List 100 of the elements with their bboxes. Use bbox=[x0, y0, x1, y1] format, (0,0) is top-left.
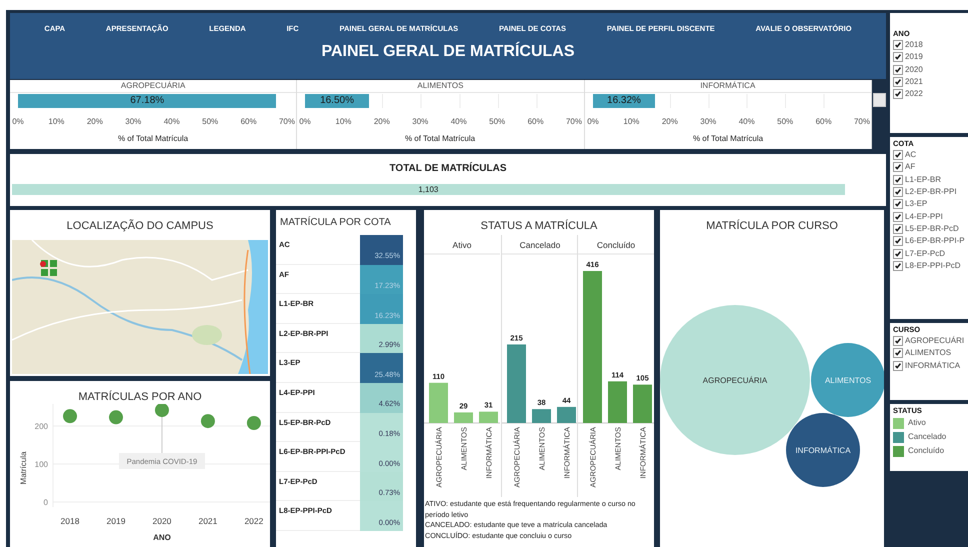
bubble-label: ALIMENTOS bbox=[824, 376, 872, 385]
facet-label: Ativo bbox=[452, 240, 472, 250]
tick-label: 20% bbox=[661, 117, 678, 126]
tick-label: 2018 bbox=[60, 516, 80, 526]
panel-title: MATRÍCULA POR COTA bbox=[279, 215, 392, 230]
checkbox-label: 2019 bbox=[905, 52, 923, 62]
checkbox[interactable] bbox=[893, 52, 903, 62]
tick-label: 2021 bbox=[198, 516, 218, 526]
tick-label: 100 bbox=[34, 460, 48, 470]
tick-label: 10% bbox=[336, 117, 352, 126]
checkbox[interactable] bbox=[893, 236, 903, 246]
checkbox-label: L8-EP-PPI-PcD bbox=[905, 260, 961, 271]
checkbox-label: L1-EP-BR bbox=[905, 174, 942, 185]
checkbox-label: ALIMENTOS bbox=[905, 348, 952, 358]
tick-label: 2020 bbox=[152, 516, 172, 526]
checkbox-label: 2020 bbox=[905, 64, 923, 75]
checkbox-label: L4-EP-PPI bbox=[905, 212, 943, 222]
checkbox-label: 2018 bbox=[905, 40, 923, 50]
checkbox[interactable] bbox=[893, 360, 903, 371]
facet-title: AGROPECUÁRIA bbox=[10, 80, 296, 93]
checkbox[interactable] bbox=[893, 77, 903, 88]
legend-label: Cancelado bbox=[908, 432, 946, 442]
tick-label: 50% bbox=[202, 117, 218, 126]
facet-title: ALIMENTOS bbox=[297, 80, 584, 93]
total-value: 1,103 bbox=[418, 184, 438, 195]
checkbox[interactable] bbox=[893, 64, 903, 75]
tick-label: 0 bbox=[44, 498, 48, 507]
data-point bbox=[108, 410, 123, 424]
value-label: 67.18% bbox=[129, 94, 166, 108]
checkbox-label: L7-EP-PcD bbox=[905, 248, 946, 259]
checkbox-label: L2-EP-BR-PPI bbox=[905, 187, 957, 198]
facet-title: INFORMÁTICA bbox=[584, 80, 871, 93]
checkbox[interactable] bbox=[893, 150, 903, 160]
checkbox-label: 2021 bbox=[905, 77, 923, 88]
tick-label: 200 bbox=[34, 422, 48, 432]
tick-label: 50% bbox=[776, 117, 793, 126]
tick-label: 40% bbox=[738, 117, 754, 126]
tick-label: 70% bbox=[279, 117, 295, 126]
checkbox[interactable] bbox=[893, 348, 903, 358]
tick-label: 30% bbox=[125, 117, 142, 126]
checkbox-label: L3-EP bbox=[905, 199, 928, 210]
tick-label: 2019 bbox=[106, 516, 126, 526]
bubble-label: AGROPECUÁRIA bbox=[702, 376, 768, 385]
tick-label: 30% bbox=[412, 117, 429, 126]
facet-label: Cancelado bbox=[519, 240, 560, 250]
checkbox-label: AC bbox=[905, 150, 916, 160]
checkbox[interactable] bbox=[893, 336, 903, 346]
panel-title: MATRÍCULAS POR ANO bbox=[77, 390, 203, 404]
tick-label: 70% bbox=[854, 117, 870, 126]
axis-title: ANO bbox=[153, 533, 171, 542]
legend-label: Concluído bbox=[908, 446, 944, 456]
data-point bbox=[63, 409, 77, 424]
scrollbar[interactable] bbox=[873, 93, 886, 107]
data-point bbox=[246, 416, 261, 430]
facet-label: Concluído bbox=[597, 240, 636, 250]
axis-title: % of Total Matrícula bbox=[118, 134, 188, 143]
legend-label: Ativo bbox=[908, 418, 926, 428]
axis-title: % of Total Matrícula bbox=[405, 134, 476, 143]
tick-label: 20% bbox=[86, 117, 103, 126]
tick-label: 0% bbox=[12, 117, 24, 126]
tick-label: 0% bbox=[300, 117, 312, 126]
panel-title: TOTAL DE MATRÍCULAS bbox=[388, 161, 508, 176]
panel-title: LOCALIZAÇÃO DO CAMPUS bbox=[66, 218, 214, 233]
tick-label: 0% bbox=[586, 117, 598, 126]
tick-label: 10% bbox=[48, 117, 64, 126]
checkbox[interactable] bbox=[893, 40, 903, 50]
value-label: 16.32% bbox=[606, 94, 642, 108]
checkbox-label: L6-EP-BR-PPI-P bbox=[905, 236, 965, 246]
checkbox[interactable] bbox=[893, 224, 903, 234]
checkbox-label: AF bbox=[905, 162, 916, 172]
checkbox-label: AGROPECUÁRI bbox=[905, 336, 964, 346]
tick-label: 60% bbox=[240, 117, 257, 126]
checkbox[interactable] bbox=[893, 260, 903, 271]
checkbox[interactable] bbox=[893, 212, 903, 222]
tick-label: 40% bbox=[451, 117, 468, 126]
axis-title: Matrícula bbox=[19, 452, 28, 484]
checkbox[interactable] bbox=[893, 248, 903, 259]
panel-title: STATUS A MATRÍCULA bbox=[480, 218, 598, 233]
tick-label: 60% bbox=[815, 117, 832, 126]
checkbox-label: L5-EP-BR-PcD bbox=[905, 224, 959, 234]
checkbox[interactable] bbox=[893, 174, 903, 185]
panel-title: MATRÍCULA POR CURSO bbox=[705, 218, 839, 233]
tick-label: 2022 bbox=[244, 516, 264, 526]
page-title: PAINEL GERAL DE MATRÍCULAS bbox=[321, 43, 575, 62]
tick-label: 20% bbox=[374, 117, 390, 126]
data-point bbox=[200, 414, 215, 428]
tick-label: 10% bbox=[623, 117, 640, 126]
checkbox[interactable] bbox=[893, 187, 903, 198]
tick-label: 50% bbox=[489, 117, 506, 126]
bubble-label: INFORMÁTICA bbox=[795, 446, 851, 455]
axis-title: % of Total Matrícula bbox=[692, 134, 763, 143]
tick-label: 60% bbox=[528, 117, 544, 126]
checkbox[interactable] bbox=[893, 89, 903, 100]
tick-label: 30% bbox=[700, 117, 716, 126]
checkbox[interactable] bbox=[893, 199, 903, 210]
checkbox[interactable] bbox=[893, 162, 903, 172]
value-label: 16.50% bbox=[319, 94, 355, 108]
tick-label: 70% bbox=[566, 117, 582, 126]
checkbox-label: 2022 bbox=[905, 89, 923, 100]
tick-label: 40% bbox=[164, 117, 180, 126]
